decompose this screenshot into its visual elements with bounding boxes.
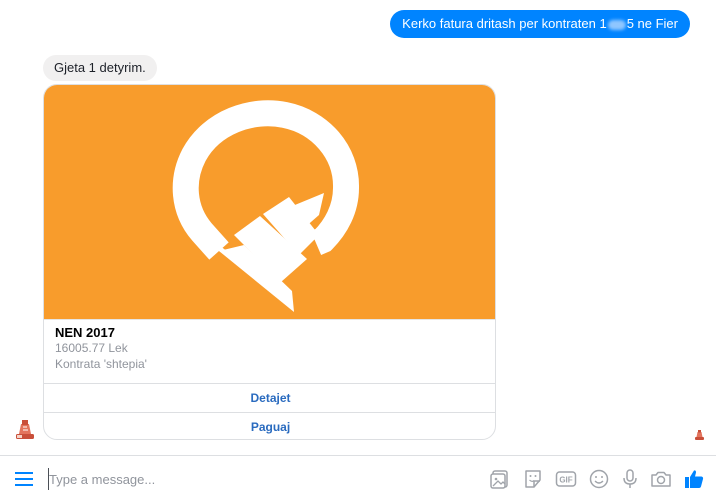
incoming-message-bubble: Gjeta 1 detyrim. <box>43 55 157 81</box>
outgoing-message-text-start: Kerko fatura dritash per kontraten 1 <box>402 16 607 31</box>
bill-card: NEN 2017 16005.77 Lek Kontrata 'shtepia'… <box>43 84 496 440</box>
outgoing-message-bubble: Kerko fatura dritash per kontraten 1 5 ne… <box>390 10 690 38</box>
incoming-message-text: Gjeta 1 detyrim. <box>54 60 146 75</box>
redacted-digits <box>607 19 626 30</box>
camera-icon[interactable] <box>650 468 672 490</box>
message-composer: GIF <box>0 455 716 503</box>
bot-avatar <box>16 420 34 439</box>
emoji-icon[interactable] <box>588 468 610 490</box>
card-contract: Kontrata 'shtepia' <box>55 357 147 371</box>
outgoing-message-text-end: 5 ne Fier <box>626 16 678 31</box>
message-input[interactable] <box>48 468 469 490</box>
card-image <box>44 85 495 319</box>
seen-avatar <box>695 430 704 440</box>
menu-icon[interactable] <box>14 471 34 487</box>
pay-button[interactable]: Paguaj <box>44 412 495 439</box>
sticker-photo-icon[interactable] <box>489 468 511 490</box>
card-title: NEN 2017 <box>55 325 115 340</box>
sticker-icon[interactable] <box>522 468 544 490</box>
gif-icon[interactable]: GIF <box>555 468 577 490</box>
gif-icon-label: GIF <box>559 476 572 485</box>
card-info: NEN 2017 16005.77 Lek Kontrata 'shtepia' <box>44 319 495 383</box>
card-amount: 16005.77 Lek <box>55 341 128 355</box>
details-button[interactable]: Detajet <box>44 383 495 411</box>
brand-logo <box>172 100 359 312</box>
microphone-icon[interactable] <box>619 468 641 490</box>
thumbs-up-icon[interactable] <box>683 468 705 490</box>
